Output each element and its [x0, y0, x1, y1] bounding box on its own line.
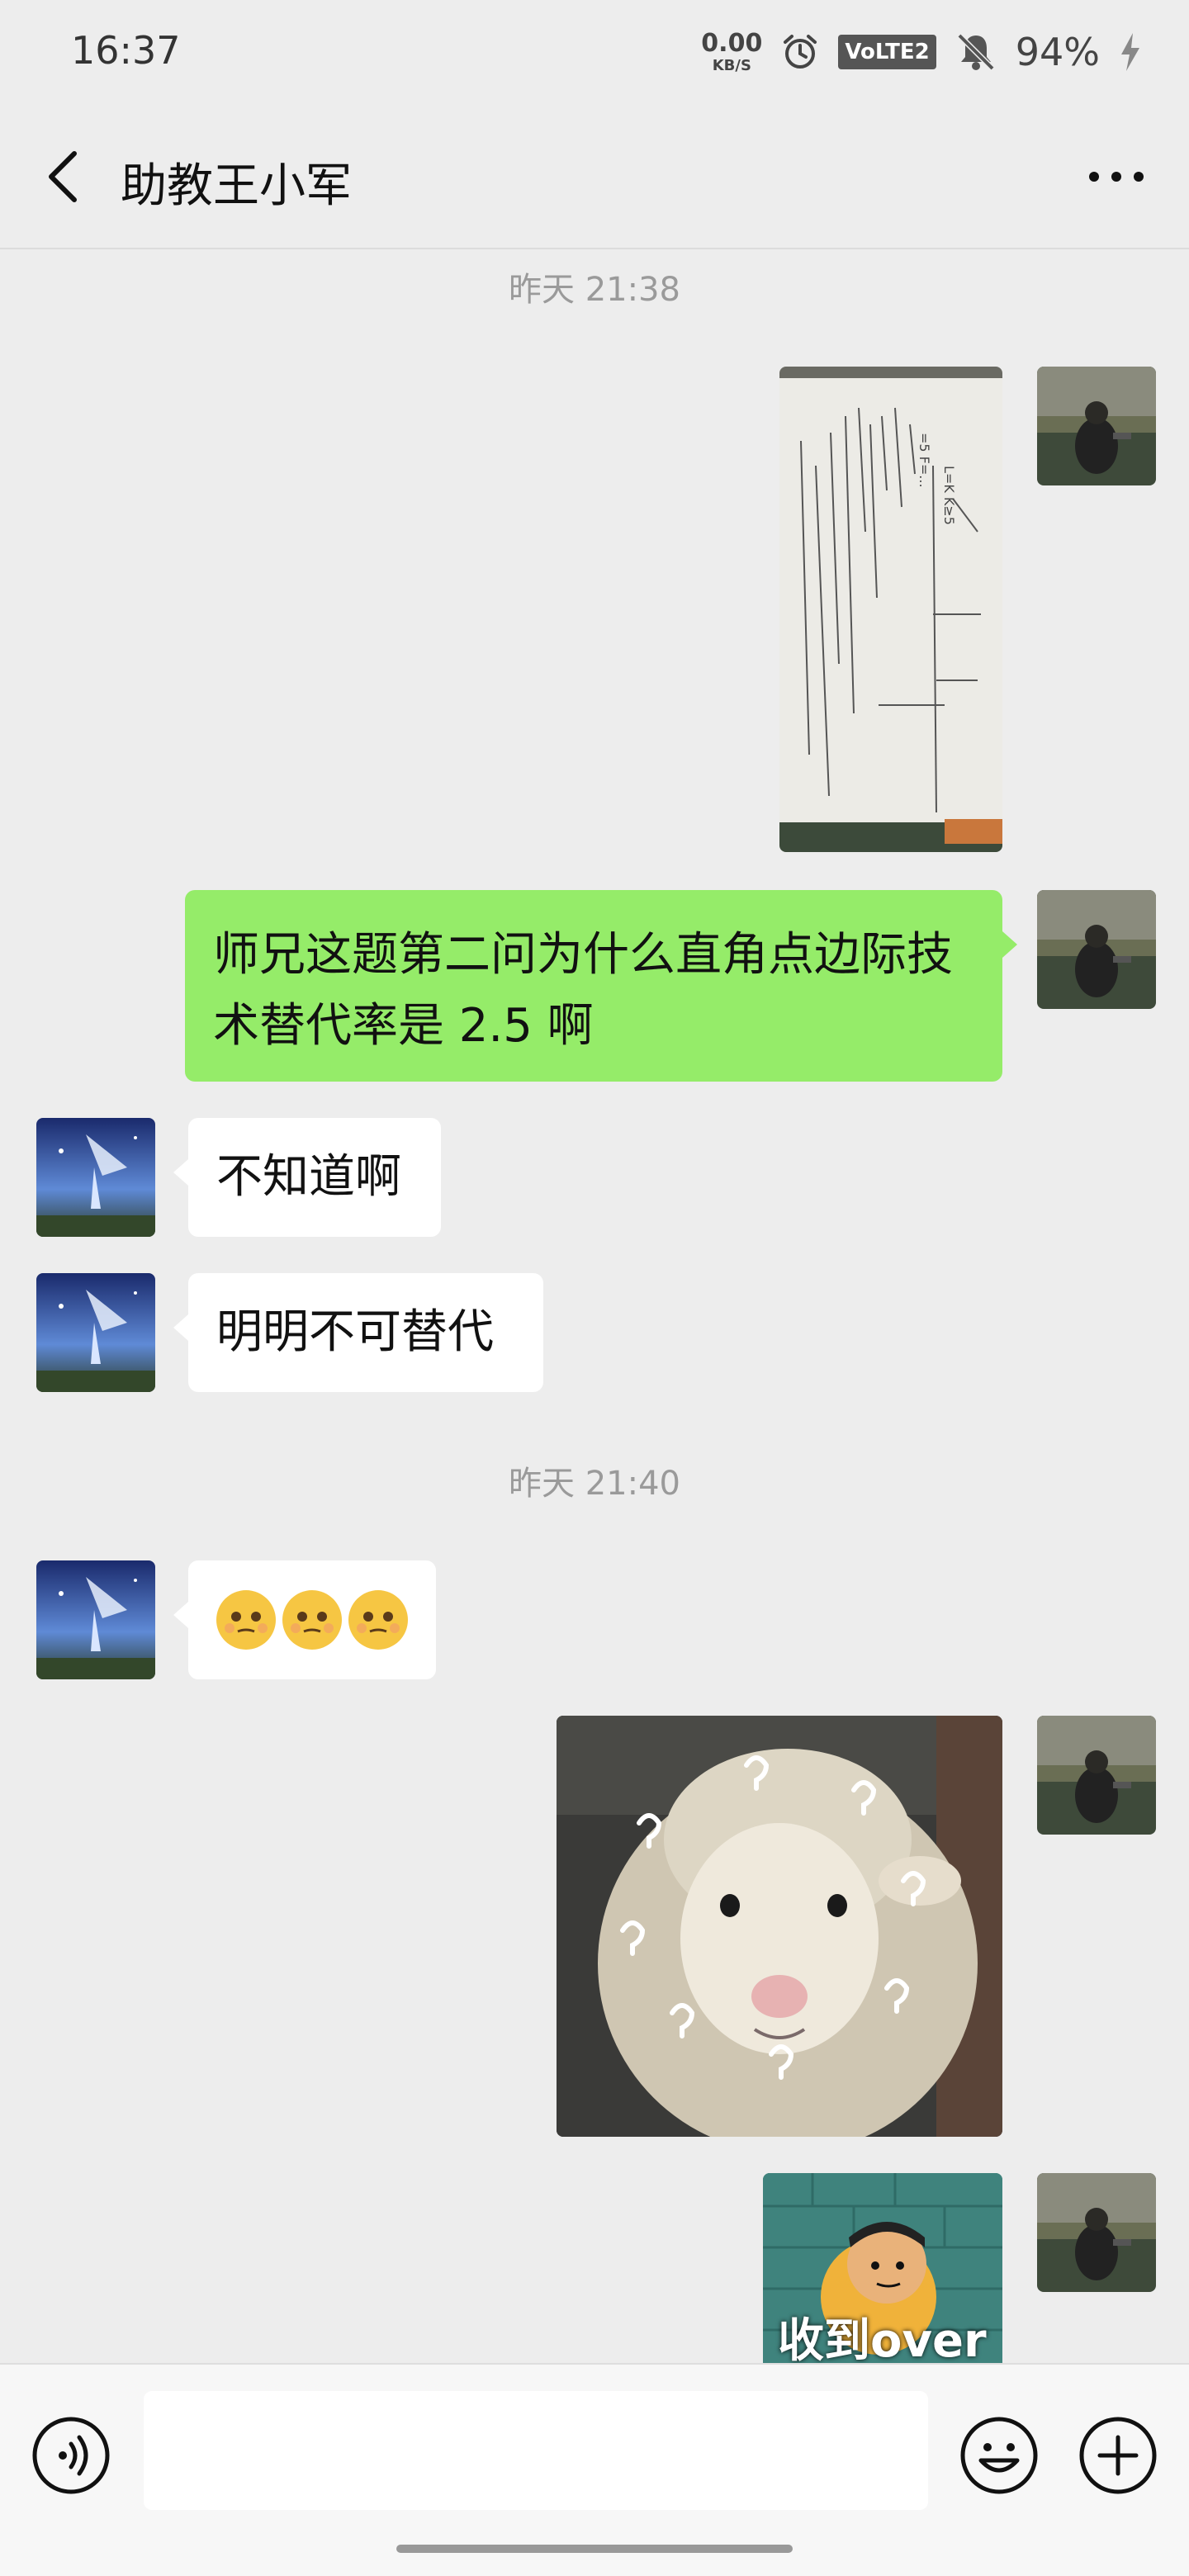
sheep-sticker-image — [557, 1716, 1002, 2137]
avatar-image — [1037, 2173, 1156, 2292]
avatar-image — [1037, 890, 1156, 1009]
received-message-bubble[interactable]: 不知道啊 — [173, 1118, 441, 1237]
status-indicators: 0.00 KB/S VoLTE2 94% — [701, 23, 1143, 81]
voice-button[interactable] — [30, 2414, 112, 2497]
pleading-face-icon — [348, 1590, 408, 1650]
message-timestamp: 昨天 21:40 — [509, 1465, 680, 1503]
contact-avatar[interactable] — [36, 1273, 155, 1392]
chat-header: 助教王小军 — [0, 107, 1189, 249]
back-button[interactable] — [30, 144, 96, 210]
status-time: 16:37 — [71, 28, 181, 73]
sticker-caption: 收到over — [778, 2314, 987, 2363]
svg-text:=5 F=...: =5 F=... — [917, 433, 932, 488]
chevron-left-icon — [49, 151, 77, 202]
my-avatar[interactable] — [1037, 367, 1156, 485]
chat-title: 助教王小军 — [121, 159, 352, 213]
pleading-face-icon — [282, 1590, 342, 1650]
battery-percent: 94% — [1015, 30, 1100, 74]
pleading-face-icon — [216, 1590, 276, 1650]
sent-message-bubble[interactable]: 师兄这题第二问为什么直角点边际技术替代率是 2.5 啊 — [185, 890, 1017, 1082]
avatar-image — [36, 1273, 155, 1392]
ellipsis-icon — [1089, 172, 1144, 182]
avatar-image — [1037, 367, 1156, 485]
message-timestamp: 昨天 21:38 — [509, 271, 680, 309]
sent-sticker-sheep[interactable] — [557, 1716, 1002, 2137]
more-button[interactable] — [1077, 144, 1156, 210]
home-indicator[interactable] — [396, 2545, 793, 2553]
my-avatar[interactable] — [1037, 1716, 1156, 1835]
avatar-image — [1037, 1716, 1156, 1835]
svg-text:L=K K≥5: L=K K≥5 — [941, 466, 957, 525]
homework-photo-image: L=K K≥5 =5 F=... — [779, 367, 1002, 852]
received-message-bubble[interactable]: 🥺🥺🥺 — [173, 1560, 436, 1679]
voice-icon — [32, 2417, 110, 2494]
avatar-image — [36, 1560, 155, 1679]
sent-image-homework-photo[interactable]: L=K K≥5 =5 F=... — [779, 367, 1002, 852]
my-avatar[interactable] — [1037, 890, 1156, 1009]
chat-screen: 16:37 0.00 KB/S VoLTE2 94% 助教王小军 昨天 21:3… — [0, 0, 1189, 2576]
message-text: 师兄这题第二问为什么直角点边际技术替代率是 2.5 啊 — [213, 928, 953, 1053]
message-input[interactable] — [144, 2391, 928, 2510]
my-avatar[interactable] — [1037, 2173, 1156, 2292]
received-message-bubble[interactable]: 明明不可替代 — [173, 1273, 543, 1392]
alarm-icon — [784, 35, 817, 69]
charging-bolt-icon — [1121, 33, 1139, 71]
volte-badge: VoLTE2 — [838, 35, 936, 69]
net-speed: 0.00 KB/S — [701, 31, 762, 73]
bell-muted-icon — [957, 33, 995, 71]
plus-icon — [1079, 2417, 1157, 2494]
contact-avatar[interactable] — [36, 1118, 155, 1237]
message-text: 不知道啊 — [216, 1150, 401, 1204]
avatar-image — [36, 1118, 155, 1237]
emoji-icon — [960, 2417, 1038, 2494]
more-actions-button[interactable] — [1077, 2414, 1159, 2497]
message-text: 明明不可替代 — [216, 1305, 494, 1359]
emoji-button[interactable] — [958, 2414, 1040, 2497]
pleading-face-emoji-row — [216, 1590, 408, 1650]
sent-sticker-received-over[interactable]: 收到over — [763, 2173, 1002, 2363]
status-bar: 16:37 0.00 KB/S VoLTE2 94% — [0, 0, 1189, 107]
net-speed-value: 0.00 — [701, 28, 763, 58]
contact-avatar[interactable] — [36, 1560, 155, 1679]
net-speed-unit: KB/S — [712, 56, 751, 74]
